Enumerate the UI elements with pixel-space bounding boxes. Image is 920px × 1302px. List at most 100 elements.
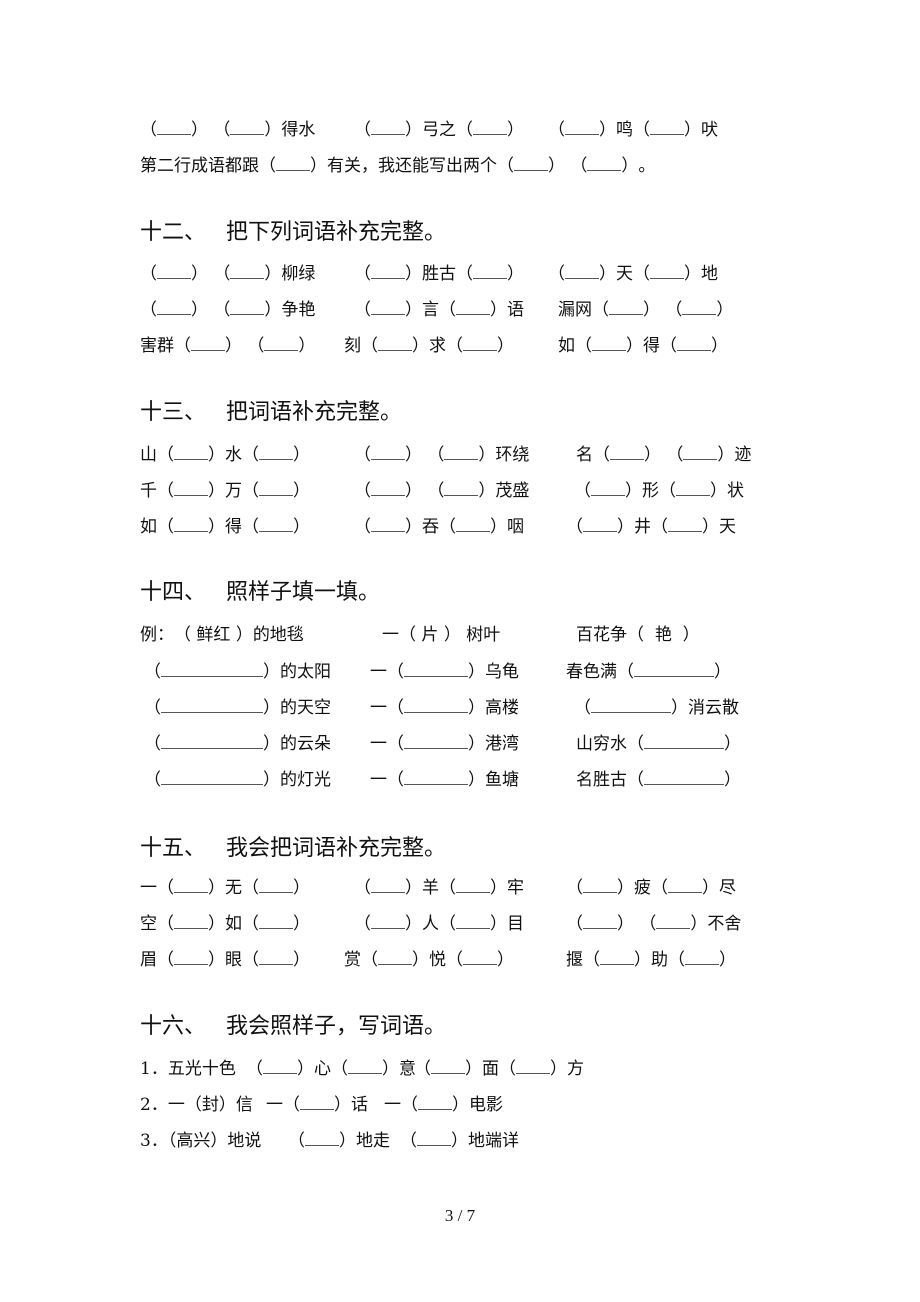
blank[interactable] — [404, 770, 468, 785]
blank[interactable] — [404, 662, 468, 677]
blank[interactable] — [473, 264, 507, 279]
blank[interactable] — [161, 770, 263, 785]
example-answer: 鲜红 — [196, 625, 231, 645]
blank[interactable] — [371, 264, 405, 279]
blank[interactable] — [473, 120, 507, 135]
blank[interactable] — [259, 481, 293, 496]
blank[interactable] — [263, 1059, 297, 1074]
blank[interactable] — [157, 120, 191, 135]
blank[interactable] — [677, 336, 711, 351]
blank[interactable] — [591, 481, 625, 496]
blank[interactable] — [456, 914, 490, 929]
blank[interactable] — [371, 120, 405, 135]
idiom-text: 求 — [429, 336, 446, 356]
blank[interactable] — [444, 445, 479, 460]
blank[interactable] — [174, 517, 208, 532]
blank[interactable] — [456, 517, 490, 532]
blank[interactable] — [259, 914, 293, 929]
blank[interactable] — [591, 698, 671, 713]
blank[interactable] — [683, 445, 718, 460]
blank[interactable] — [516, 1059, 550, 1074]
idiom-text: 得 — [643, 336, 660, 356]
example-col1: 例：（ 鲜红 ）的地毯 — [140, 625, 304, 645]
idiom-item: （）井（ ）天 — [566, 517, 736, 537]
blank[interactable] — [305, 1131, 339, 1146]
blank[interactable] — [610, 445, 644, 460]
blank[interactable] — [656, 914, 691, 929]
phrase-col1: （）的云朵 — [144, 734, 331, 754]
phrase-col2: 一（ ）乌龟 — [370, 662, 519, 682]
blank[interactable] — [371, 445, 405, 460]
blank[interactable] — [404, 734, 468, 749]
blank[interactable] — [378, 336, 412, 351]
blank[interactable] — [230, 300, 265, 315]
idiom-text: 尽 — [719, 878, 736, 898]
blank[interactable] — [174, 445, 208, 460]
blank[interactable] — [583, 878, 617, 893]
blank[interactable] — [230, 120, 265, 135]
blank[interactable] — [417, 1131, 451, 1146]
blank[interactable] — [174, 914, 208, 929]
blank[interactable] — [583, 517, 617, 532]
example-label: 2．一（封）信 — [140, 1095, 253, 1115]
blank[interactable] — [644, 770, 724, 785]
blank[interactable] — [230, 264, 265, 279]
blank[interactable] — [565, 264, 599, 279]
phrase-col3: （）消云散 — [574, 698, 739, 718]
blank[interactable] — [300, 1095, 334, 1110]
blank[interactable] — [404, 698, 468, 713]
phrase-text: 鱼塘 — [485, 770, 519, 790]
idiom-text: 名 — [576, 445, 593, 465]
blank[interactable] — [259, 445, 293, 460]
blank[interactable] — [161, 698, 263, 713]
blank[interactable] — [161, 662, 263, 677]
blank[interactable] — [668, 517, 702, 532]
blank[interactable] — [371, 878, 405, 893]
blank[interactable] — [174, 950, 208, 965]
blank[interactable] — [157, 264, 191, 279]
blank[interactable] — [514, 156, 548, 171]
blank[interactable] — [463, 950, 497, 965]
blank[interactable] — [378, 950, 412, 965]
phrase-text: 的灯光 — [280, 770, 331, 790]
blank[interactable] — [348, 1059, 382, 1074]
blank[interactable] — [587, 156, 622, 171]
blank[interactable] — [676, 481, 710, 496]
blank[interactable] — [634, 662, 714, 677]
blank[interactable] — [371, 914, 405, 929]
blank[interactable] — [650, 264, 684, 279]
blank[interactable] — [157, 300, 191, 315]
blank[interactable] — [644, 734, 724, 749]
blank[interactable] — [463, 336, 497, 351]
idiom-text: 如 — [558, 336, 575, 356]
blank[interactable] — [371, 481, 405, 496]
blank[interactable] — [276, 156, 310, 171]
blank[interactable] — [682, 300, 717, 315]
blank[interactable] — [431, 1059, 465, 1074]
blank[interactable] — [264, 336, 299, 351]
blank[interactable] — [592, 336, 626, 351]
blank[interactable] — [371, 300, 405, 315]
blank[interactable] — [259, 950, 293, 965]
blank[interactable] — [609, 300, 643, 315]
blank[interactable] — [685, 950, 719, 965]
blank[interactable] — [191, 336, 225, 351]
blank[interactable] — [668, 878, 702, 893]
blank[interactable] — [583, 914, 617, 929]
blank[interactable] — [371, 517, 405, 532]
phrase-text: 话 — [351, 1095, 368, 1115]
phrase-col2: 一（ ）高楼 — [370, 698, 519, 718]
blank[interactable] — [565, 120, 599, 135]
blank[interactable] — [174, 481, 208, 496]
blank[interactable] — [161, 734, 263, 749]
blank[interactable] — [600, 950, 634, 965]
blank[interactable] — [259, 517, 293, 532]
blank[interactable] — [650, 120, 684, 135]
phrase-text: 一 — [370, 698, 387, 718]
blank[interactable] — [456, 878, 490, 893]
blank[interactable] — [259, 878, 293, 893]
blank[interactable] — [444, 481, 479, 496]
blank[interactable] — [174, 878, 208, 893]
blank[interactable] — [456, 300, 490, 315]
blank[interactable] — [418, 1095, 452, 1110]
